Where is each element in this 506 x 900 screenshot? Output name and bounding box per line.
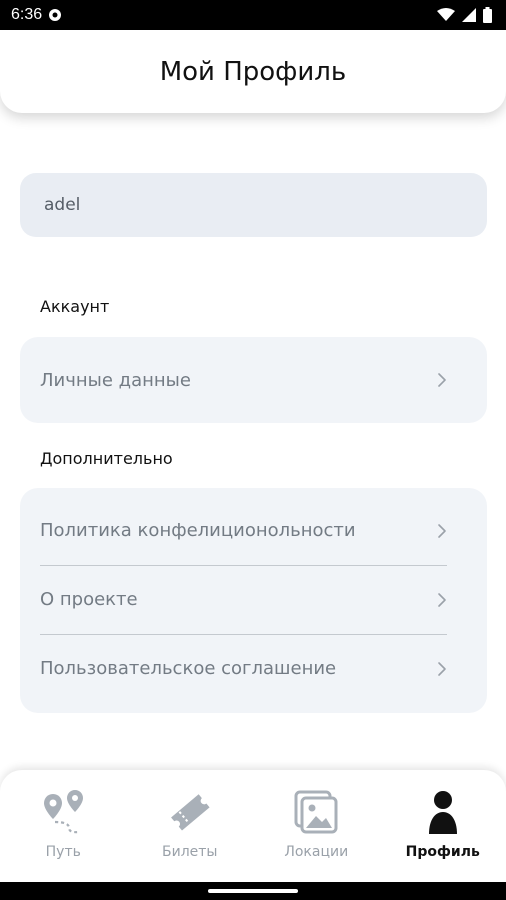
home-indicator[interactable] [208,889,298,893]
status-time: 6:36 [11,6,43,23]
wifi-icon [437,8,455,21]
nav-item-route[interactable]: Путь [8,788,118,860]
battery-icon [483,7,492,23]
row-label: Личные данные [40,369,191,391]
route-icon [44,790,84,834]
privacy-policy-row[interactable]: Политика конфелиционольности [20,496,487,565]
extra-card: Политика конфелиционольности О проекте П… [20,488,487,713]
status-right [437,7,492,23]
notification-icon [49,9,62,21]
chevron-right-icon [438,592,446,607]
nav-item-locations[interactable]: Локации [261,788,371,860]
nav-label: Путь [45,844,81,860]
nav-label: Профиль [405,844,480,860]
signal-icon [462,8,476,22]
system-nav-bar [0,882,506,900]
chevron-right-icon [438,661,446,676]
section-title-account: Аккаунт [40,297,110,316]
username-field[interactable]: adel [20,173,487,237]
about-project-row[interactable]: О проекте [20,565,487,634]
person-icon [428,791,457,834]
status-bar: 6:36 [0,0,506,30]
personal-data-row[interactable]: Личные данные [20,337,487,423]
header: Мой Профиль [0,30,506,113]
nav-label: Локации [284,844,349,860]
nav-label: Билеты [162,844,218,860]
row-label: Политика конфелиционольности [40,520,356,541]
section-title-extra: Дополнительно [40,449,173,468]
gallery-icon [294,790,338,834]
page-title: Мой Профиль [159,56,347,87]
ticket-icon [170,794,210,831]
username-value: adel [44,195,81,215]
chevron-right-icon [438,523,446,538]
nav-item-profile[interactable]: Профиль [388,788,498,860]
chevron-right-icon [438,373,446,387]
account-card: Личные данные [20,337,487,423]
row-label: О проекте [40,589,138,610]
nav-item-tickets[interactable]: Билеты [135,788,245,860]
row-label: Пользовательское соглашение [40,658,337,679]
bottom-nav: Путь Билеты Локации Профиль [0,770,506,882]
status-left: 6:36 [11,6,62,24]
user-agreement-row[interactable]: Пользовательское соглашение [20,634,487,703]
